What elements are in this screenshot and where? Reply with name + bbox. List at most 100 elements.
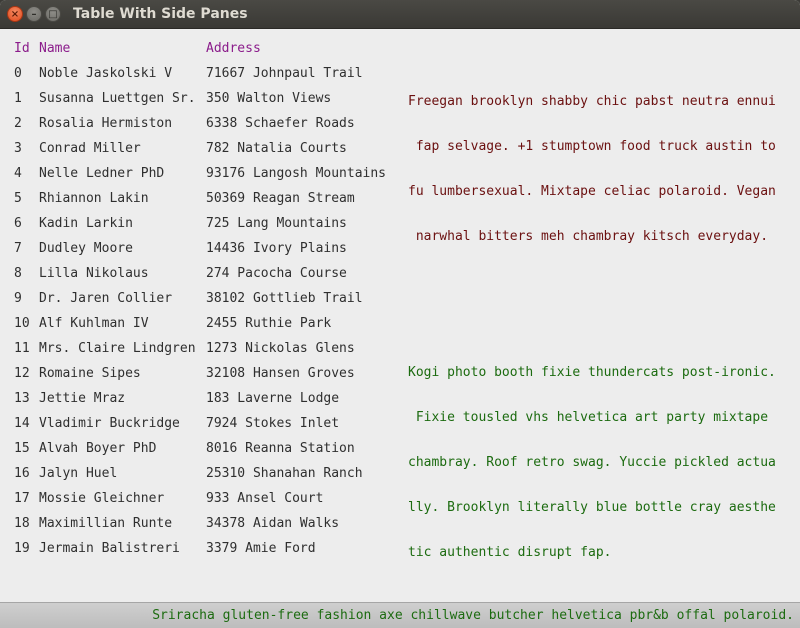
minimize-window-button[interactable]: – bbox=[26, 6, 42, 22]
cell-address: 34378 Aidan Walks bbox=[206, 516, 339, 531]
minimize-icon: – bbox=[32, 9, 37, 20]
table-row[interactable]: 12 Romaine Sipes 32108 Hansen Groves bbox=[0, 366, 400, 391]
cell-name: Nelle Ledner PhD bbox=[39, 166, 164, 181]
table-row[interactable]: 18Maximillian Runte34378 Aidan Walks bbox=[0, 516, 400, 541]
column-header-name[interactable]: Name bbox=[39, 41, 70, 56]
cell-name: Alvah Boyer PhD bbox=[39, 441, 156, 456]
cell-name: Rosalia Hermiston bbox=[39, 116, 172, 131]
cell-address: 32108 Hansen Groves bbox=[206, 366, 355, 381]
cell-id: 13 bbox=[14, 391, 30, 406]
side-pane-middle-line: lly. Brooklyn literally blue bottle cray… bbox=[408, 500, 780, 515]
table-row[interactable]: 17Mossie Gleichner933 Ansel Court bbox=[0, 491, 400, 516]
close-icon: × bbox=[11, 9, 19, 20]
cell-name: Dudley Moore bbox=[39, 241, 133, 256]
side-pane-middle-line: Fixie tousled vhs helvetica art party mi… bbox=[408, 410, 780, 425]
side-pane-top: Freegan brooklyn shabby chic pabst neutr… bbox=[408, 64, 780, 274]
table-row[interactable]: 14 Vladimir Buckridge 7924 Stokes Inlet bbox=[0, 416, 400, 441]
cell-name: Rhiannon Lakin bbox=[39, 191, 149, 206]
cell-id: 5 bbox=[14, 191, 22, 206]
cell-id: 8 bbox=[14, 266, 22, 281]
cell-name: Jalyn Huel bbox=[39, 466, 117, 481]
table-row[interactable]: 3 Conrad Miller 782 Natalia Courts bbox=[0, 141, 400, 166]
side-pane-middle-line: chambray. Roof retro swag. Yuccie pickle… bbox=[408, 455, 780, 470]
cell-name: Conrad Miller bbox=[39, 141, 141, 156]
cell-name: Romaine Sipes bbox=[39, 366, 141, 381]
cell-name: Dr. Jaren Collier bbox=[39, 291, 172, 306]
side-pane-top-line: Freegan brooklyn shabby chic pabst neutr… bbox=[408, 94, 780, 109]
side-pane-middle-line: Kogi photo booth fixie thundercats post-… bbox=[408, 365, 780, 380]
cell-address: 350 Walton Views bbox=[206, 91, 331, 106]
cell-id: 16 bbox=[14, 466, 30, 481]
table-row[interactable]: 11Mrs. Claire Lindgren1273 Nickolas Glen… bbox=[0, 341, 400, 366]
cell-address: 725 Lang Mountains bbox=[206, 216, 347, 231]
cell-id: 3 bbox=[14, 141, 22, 156]
cell-address: 3379 Amie Ford bbox=[206, 541, 316, 556]
cell-name: Mossie Gleichner bbox=[39, 491, 164, 506]
side-pane-top-line: narwhal bitters meh chambray kitsch ever… bbox=[408, 229, 780, 244]
cell-id: 11 bbox=[14, 341, 30, 356]
table-row[interactable]: 9 Dr. Jaren Collier 38102 Gottlieb Trail bbox=[0, 291, 400, 316]
status-bar-text: Sriracha gluten-free fashion axe chillwa… bbox=[152, 608, 794, 623]
cell-address: 782 Natalia Courts bbox=[206, 141, 347, 156]
cell-name: Jettie Mraz bbox=[39, 391, 125, 406]
cell-name: Vladimir Buckridge bbox=[39, 416, 180, 431]
title-bar[interactable]: × – □ Table With Side Panes bbox=[0, 0, 800, 29]
cell-id: 0 bbox=[14, 66, 22, 81]
table-row[interactable]: 1Susanna Luettgen Sr.350 Walton Views bbox=[0, 91, 400, 116]
table-row[interactable]: 10 Alf Kuhlman IV 2455 Ruthie Park bbox=[0, 316, 400, 341]
side-pane-middle-line: tic authentic disrupt fap. bbox=[408, 545, 780, 560]
table-row[interactable]: 4 Nelle Ledner PhD 93176 Langosh Mountains bbox=[0, 166, 400, 191]
cell-id: 2 bbox=[14, 116, 22, 131]
column-header-id[interactable]: Id bbox=[14, 41, 30, 56]
table-row[interactable]: 2 Rosalia Hermiston 6338 Schaefer Roads bbox=[0, 116, 400, 141]
cell-id: 17 bbox=[14, 491, 30, 506]
cell-address: 14436 Ivory Plains bbox=[206, 241, 347, 256]
table-row[interactable]: 19 Jermain Balistreri 3379 Amie Ford bbox=[0, 541, 400, 566]
cell-address: 183 Laverne Lodge bbox=[206, 391, 339, 406]
side-pane-middle: Kogi photo booth fixie thundercats post-… bbox=[408, 335, 780, 590]
cell-address: 93176 Langosh Mountains bbox=[206, 166, 386, 181]
table-row[interactable]: 6 Kadin Larkin 725 Lang Mountains bbox=[0, 216, 400, 241]
cell-id: 10 bbox=[14, 316, 30, 331]
table-row[interactable]: 7 Dudley Moore 14436 Ivory Plains bbox=[0, 241, 400, 266]
table-header-row: Id Name Address bbox=[0, 41, 400, 66]
status-bar: Sriracha gluten-free fashion axe chillwa… bbox=[0, 602, 800, 628]
side-pane-top-line: fap selvage. +1 stumptown food truck aus… bbox=[408, 139, 780, 154]
cell-id: 7 bbox=[14, 241, 22, 256]
cell-name: Alf Kuhlman IV bbox=[39, 316, 149, 331]
cell-name: Susanna Luettgen Sr. bbox=[39, 91, 196, 106]
table-row[interactable]: 0Noble Jaskolski V71667 Johnpaul Trail bbox=[0, 66, 400, 91]
cell-id: 9 bbox=[14, 291, 22, 306]
cell-address: 25310 Shanahan Ranch bbox=[206, 466, 363, 481]
cell-name: Jermain Balistreri bbox=[39, 541, 180, 556]
table-row[interactable]: 16 Jalyn Huel 25310 Shanahan Ranch bbox=[0, 466, 400, 491]
cell-name: Mrs. Claire Lindgren bbox=[39, 341, 196, 356]
maximize-window-button[interactable]: □ bbox=[45, 6, 61, 22]
cell-id: 14 bbox=[14, 416, 30, 431]
cell-address: 274 Pacocha Course bbox=[206, 266, 347, 281]
table-row[interactable]: 15 Alvah Boyer PhD 8016 Reanna Station bbox=[0, 441, 400, 466]
cell-id: 15 bbox=[14, 441, 30, 456]
cell-id: 19 bbox=[14, 541, 30, 556]
cell-id: 4 bbox=[14, 166, 22, 181]
cell-address: 2455 Ruthie Park bbox=[206, 316, 331, 331]
table-row[interactable]: 8Lilla Nikolaus274 Pacocha Course bbox=[0, 266, 400, 291]
app-window: × – □ Table With Side Panes Id Name Addr… bbox=[0, 0, 800, 628]
main-content: Id Name Address 0Noble Jaskolski V71667 … bbox=[0, 29, 800, 602]
table-row[interactable]: 13 Jettie Mraz 183 Laverne Lodge bbox=[0, 391, 400, 416]
cell-address: 7924 Stokes Inlet bbox=[206, 416, 339, 431]
cell-address: 6338 Schaefer Roads bbox=[206, 116, 355, 131]
cell-id: 12 bbox=[14, 366, 30, 381]
window-title: Table With Side Panes bbox=[73, 6, 248, 22]
cell-address: 8016 Reanna Station bbox=[206, 441, 355, 456]
side-pane-top-line: fu lumbersexual. Mixtape celiac polaroid… bbox=[408, 184, 780, 199]
close-window-button[interactable]: × bbox=[7, 6, 23, 22]
cell-address: 71667 Johnpaul Trail bbox=[206, 66, 363, 81]
cell-name: Maximillian Runte bbox=[39, 516, 172, 531]
table-row[interactable]: 5Rhiannon Lakin50369 Reagan Stream bbox=[0, 191, 400, 216]
cell-name: Kadin Larkin bbox=[39, 216, 133, 231]
column-header-address[interactable]: Address bbox=[206, 41, 261, 56]
cell-address: 38102 Gottlieb Trail bbox=[206, 291, 363, 306]
cell-id: 6 bbox=[14, 216, 22, 231]
maximize-icon: □ bbox=[48, 9, 57, 20]
